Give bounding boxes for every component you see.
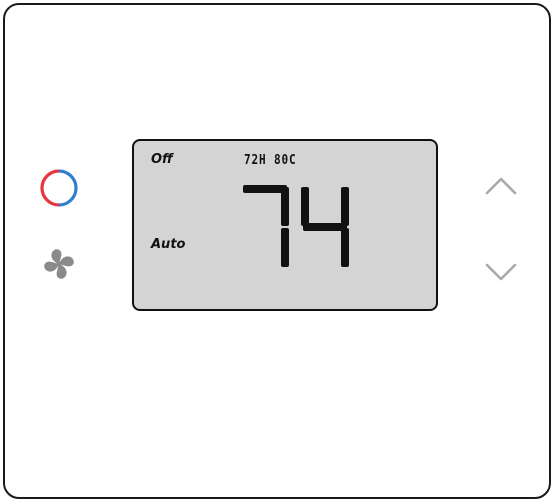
system-mode-button[interactable] <box>39 168 79 208</box>
temperature-readout <box>243 185 349 267</box>
thermostat-body: Off 72H 80C Auto <box>3 3 551 499</box>
lcd-display: Off 72H 80C Auto <box>132 139 438 311</box>
segment-c <box>281 228 289 267</box>
fan-mode-button[interactable] <box>41 246 77 282</box>
fan-mode-label: Auto <box>151 237 186 252</box>
segment-b <box>341 187 349 226</box>
chevron-down-icon <box>485 263 517 281</box>
segment-c <box>341 228 349 267</box>
temperature-up-button[interactable] <box>481 169 521 203</box>
fan-icon <box>44 249 74 279</box>
heat-cool-ring-icon <box>40 169 78 207</box>
clock-readout: 72H 80C <box>244 153 297 168</box>
segment-a <box>243 185 287 193</box>
chevron-up-icon <box>485 177 517 195</box>
system-mode-label: Off <box>151 152 173 167</box>
segment-g <box>303 223 347 231</box>
temperature-down-button[interactable] <box>481 255 521 289</box>
segment-f <box>301 187 309 226</box>
cool-arc <box>58 169 78 207</box>
segment-b <box>281 187 289 226</box>
heat-arc <box>40 169 60 207</box>
